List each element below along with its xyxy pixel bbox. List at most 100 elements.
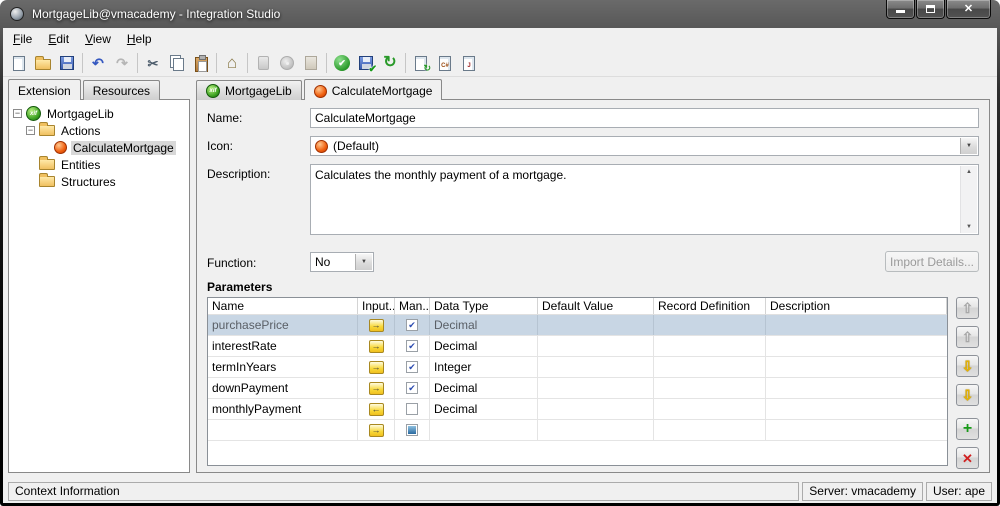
- edit-java-button[interactable]: J: [457, 51, 481, 75]
- scroll-up-icon[interactable]: ▲: [966, 169, 972, 175]
- tab-mortgagelib[interactable]: xif MortgageLib: [196, 80, 302, 100]
- home-icon: ⌂: [226, 53, 238, 72]
- minimize-button[interactable]: [886, 0, 915, 19]
- add-parameter-button[interactable]: +: [956, 418, 979, 440]
- direction-icon: [368, 402, 384, 416]
- tab-extension[interactable]: Extension: [8, 79, 81, 100]
- move-up-button[interactable]: ⇧: [956, 326, 979, 348]
- verify-button[interactable]: ✔: [330, 51, 354, 75]
- menu-bar: File Edit View Help: [3, 28, 997, 50]
- tree-item-entities[interactable]: Entities: [11, 156, 187, 173]
- left-panel: Extension Resources − xif MortgageLib − …: [8, 79, 190, 473]
- tree-item-structures[interactable]: Structures: [11, 173, 187, 190]
- col-description[interactable]: Description: [766, 298, 947, 314]
- col-mandatory[interactable]: Man...: [395, 298, 430, 314]
- toolbar: ↶ ↷ ✂ ⌂ ✔ ✔ ↻ ↻ C# J: [3, 50, 997, 77]
- collapse-icon[interactable]: −: [13, 109, 22, 118]
- toolbar-separator: [405, 53, 406, 73]
- folder-icon: [39, 173, 55, 187]
- delete-icon: ✕: [962, 450, 973, 466]
- open-button[interactable]: [31, 51, 55, 75]
- name-input[interactable]: CalculateMortgage: [310, 108, 979, 128]
- open-espace-button[interactable]: [299, 51, 323, 75]
- paste-button[interactable]: [189, 51, 213, 75]
- description-input[interactable]: Calculates the monthly payment of a mort…: [310, 164, 979, 235]
- publish-button[interactable]: ✔: [354, 51, 378, 75]
- move-down-button[interactable]: ⇩: [956, 355, 979, 377]
- icon-dropdown[interactable]: (Default) ▼: [310, 136, 979, 156]
- tab-calculatemortgage[interactable]: CalculateMortgage: [303, 79, 443, 100]
- update-source-button[interactable]: ↻: [409, 51, 433, 75]
- tree-item-calculatemortgage[interactable]: CalculateMortgage: [11, 139, 187, 156]
- edit-csharp-button[interactable]: C#: [433, 51, 457, 75]
- save-button[interactable]: [55, 51, 79, 75]
- tree-item-mortgagelib[interactable]: − xif MortgageLib: [11, 105, 187, 122]
- maximize-button[interactable]: [916, 0, 945, 19]
- redo-icon: ↷: [116, 55, 128, 71]
- collapse-icon[interactable]: −: [26, 126, 35, 135]
- redo-button[interactable]: ↷: [110, 51, 134, 75]
- tab-resources[interactable]: Resources: [82, 80, 161, 100]
- save-icon: [60, 56, 74, 70]
- new-button[interactable]: [7, 51, 31, 75]
- tree-item-actions[interactable]: − Actions: [11, 122, 187, 139]
- mandatory-checkbox[interactable]: [406, 319, 418, 331]
- parameters-area: Name Input... Man... Data Type Default V…: [207, 297, 979, 469]
- dropdown-button[interactable]: ▼: [355, 253, 372, 270]
- menu-edit[interactable]: Edit: [40, 28, 77, 50]
- col-name[interactable]: Name: [208, 298, 358, 314]
- context-information: Context Information: [8, 481, 800, 501]
- scroll-down-icon[interactable]: ▼: [966, 224, 972, 230]
- client-area: File Edit View Help ↶ ↷ ✂ ⌂ ✔ ✔ ↻ ↻ C# J…: [3, 28, 997, 503]
- cut-button[interactable]: ✂: [141, 51, 165, 75]
- menu-view[interactable]: View: [77, 28, 119, 50]
- main-area: Extension Resources − xif MortgageLib − …: [3, 77, 997, 479]
- table-row-new[interactable]: [208, 420, 947, 441]
- col-data-type[interactable]: Data Type: [430, 298, 538, 314]
- table-row[interactable]: purchasePrice Decimal: [208, 315, 947, 336]
- refresh-button[interactable]: ↻: [378, 51, 402, 75]
- move-bottom-button[interactable]: ⇩: [956, 384, 979, 406]
- publish-check-icon: ✔: [368, 64, 377, 75]
- move-top-button[interactable]: ⇧: [956, 297, 979, 319]
- home-button[interactable]: ⌂: [220, 51, 244, 75]
- left-tab-strip: Extension Resources: [8, 79, 190, 100]
- refresh-icon: ↻: [383, 54, 397, 71]
- mandatory-checkbox[interactable]: [406, 361, 418, 373]
- import-details-button[interactable]: Import Details...: [885, 251, 979, 272]
- table-row[interactable]: monthlyPayment Decimal: [208, 399, 947, 420]
- mandatory-checkbox[interactable]: [406, 340, 418, 352]
- extension-tree: − xif MortgageLib − Actions CalculateMor…: [8, 99, 190, 473]
- col-record-definition[interactable]: Record Definition: [654, 298, 766, 314]
- table-row[interactable]: termInYears Integer: [208, 357, 947, 378]
- mandatory-checkbox[interactable]: [406, 382, 418, 394]
- delete-parameter-button[interactable]: ✕: [956, 447, 979, 469]
- mandatory-checkbox[interactable]: [406, 403, 418, 415]
- connect-server-button[interactable]: [251, 51, 275, 75]
- description-scrollbar[interactable]: ▲ ▼: [960, 166, 977, 233]
- open-espace-icon: [305, 56, 317, 70]
- table-row[interactable]: interestRate Decimal: [208, 336, 947, 357]
- copy-icon: [173, 58, 184, 71]
- action-detail-page: Name: CalculateMortgage Icon: (Default) …: [196, 99, 990, 473]
- user-indicator: User: ape: [925, 481, 992, 501]
- menu-help[interactable]: Help: [119, 28, 160, 50]
- undo-icon: ↶: [92, 55, 104, 71]
- extension-icon: xif: [206, 84, 220, 98]
- maximize-icon: [926, 5, 935, 13]
- col-input[interactable]: Input...: [358, 298, 395, 314]
- table-row[interactable]: downPayment Decimal: [208, 378, 947, 399]
- dropdown-button[interactable]: ▼: [960, 138, 977, 154]
- description-row: Description: Calculates the monthly paym…: [207, 164, 979, 235]
- database-button[interactable]: [275, 51, 299, 75]
- toolbar-separator: [137, 53, 138, 73]
- menu-file[interactable]: File: [5, 28, 40, 50]
- close-button[interactable]: ✕: [946, 0, 991, 19]
- mandatory-checkbox[interactable]: [406, 424, 418, 436]
- col-default-value[interactable]: Default Value: [538, 298, 654, 314]
- direction-icon: [368, 318, 384, 332]
- function-dropdown[interactable]: No ▼: [310, 251, 374, 272]
- parameters-header: Name Input... Man... Data Type Default V…: [208, 298, 947, 315]
- undo-button[interactable]: ↶: [86, 51, 110, 75]
- copy-button[interactable]: [165, 51, 189, 75]
